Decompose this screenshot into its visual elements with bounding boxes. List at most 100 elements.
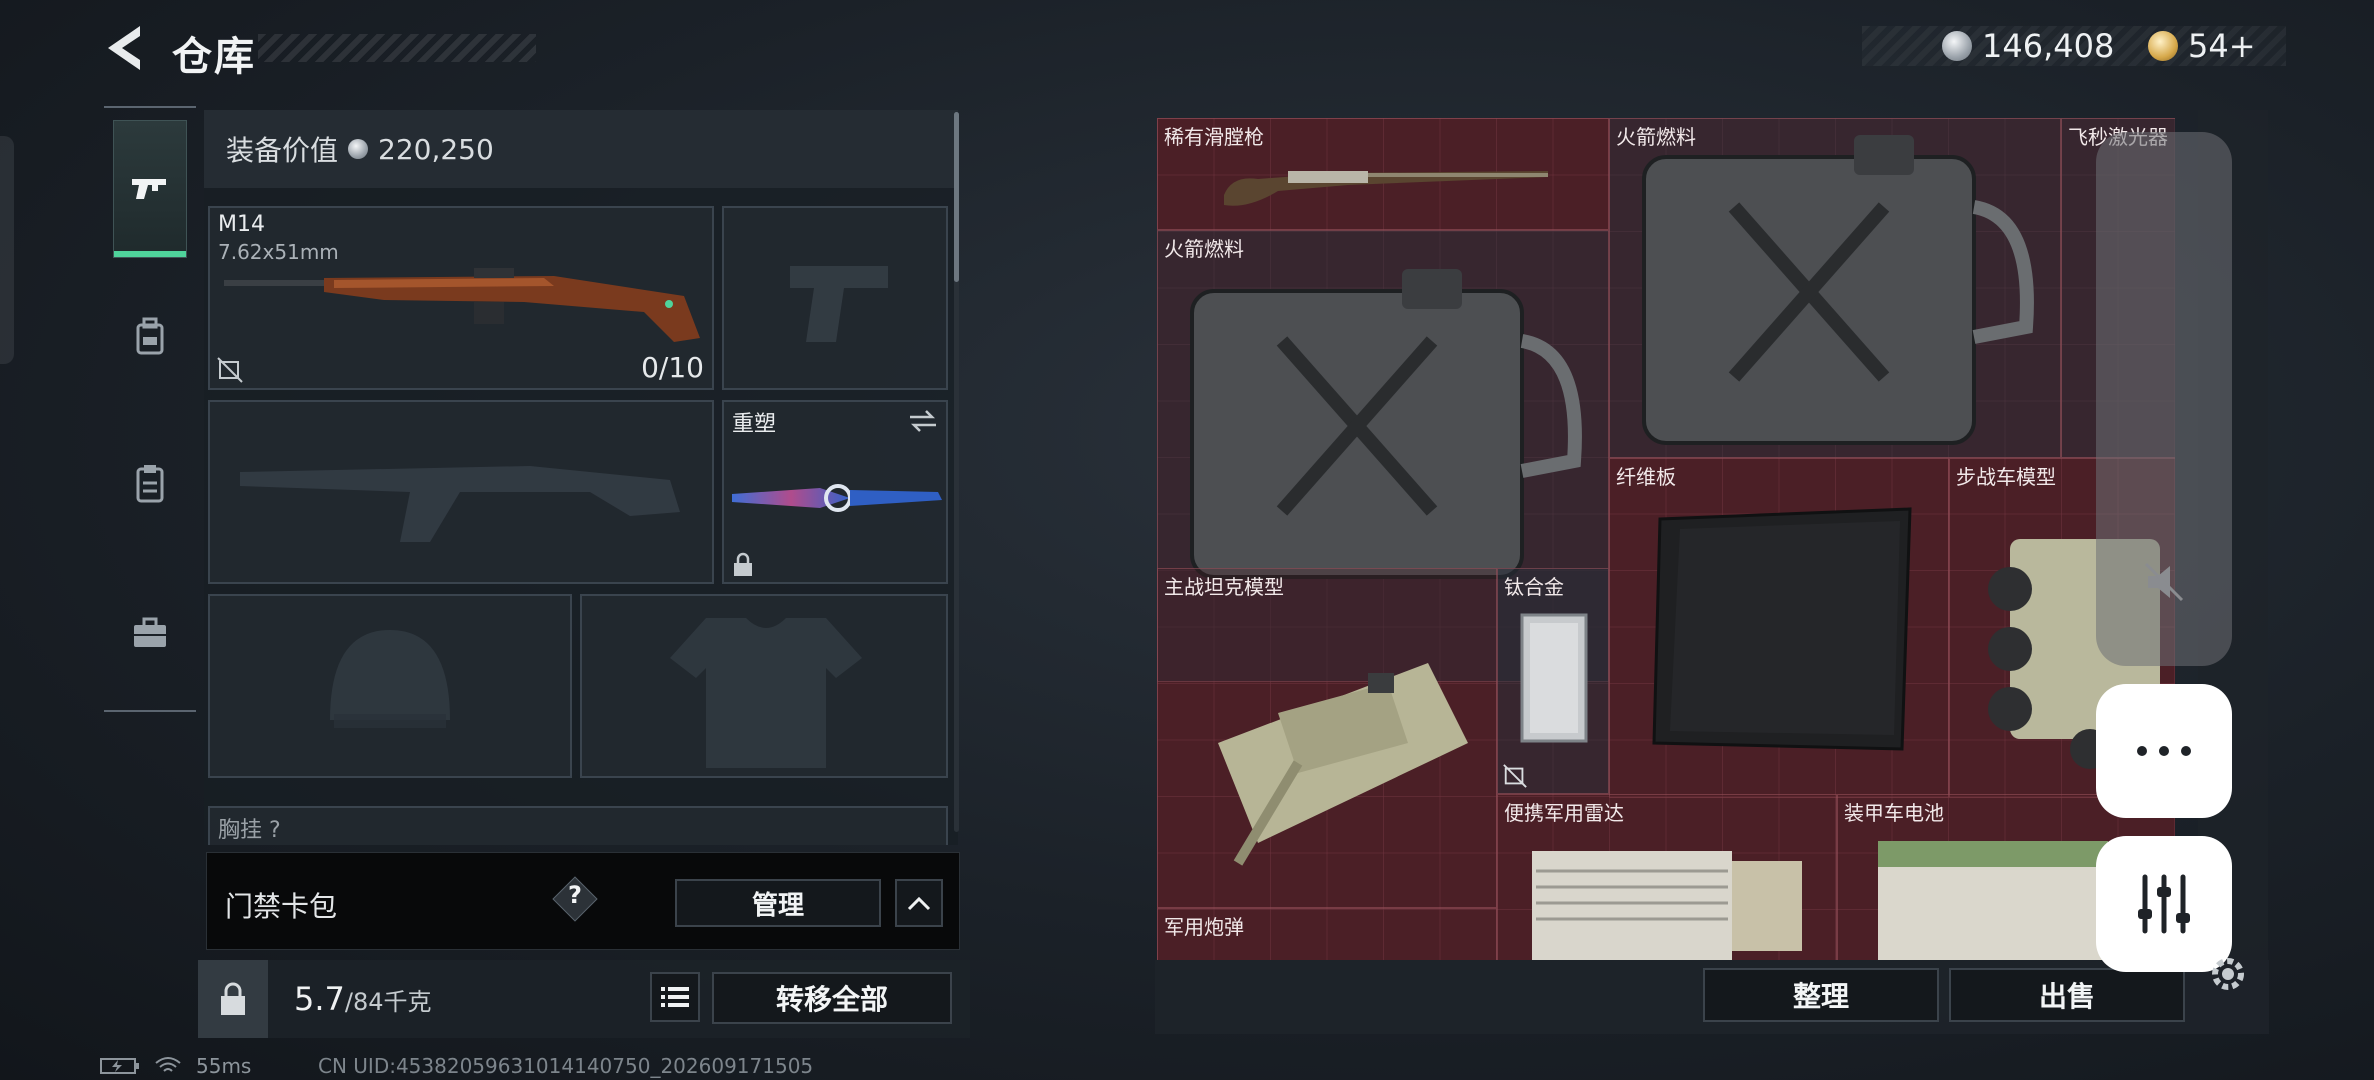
gold-currency[interactable]: 54+ — [2148, 26, 2256, 66]
floating-volume-panel[interactable] — [2096, 132, 2232, 666]
helmet-slot[interactable] — [208, 594, 572, 778]
stash-item-fiber-board[interactable]: 纤维板 — [1609, 458, 1949, 798]
equipment-scrollbar[interactable] — [954, 112, 959, 282]
item-label: 钛合金 — [1504, 575, 1564, 599]
nav-item-clipboard[interactable] — [113, 414, 187, 552]
backpack-icon — [136, 317, 164, 355]
sell-button[interactable]: 出售 — [1949, 968, 2185, 1022]
armor-placeholder-icon — [670, 618, 862, 768]
transfer-all-button[interactable]: 转移全部 — [712, 972, 952, 1024]
stash-item-rocket-fuel[interactable]: 火箭燃料 — [1609, 118, 2061, 458]
gold-coin-icon — [2148, 31, 2178, 61]
item-label: 主战坦克模型 — [1164, 575, 1284, 599]
dot — [2137, 746, 2147, 756]
equipment-value: 220,250 — [378, 132, 494, 166]
silver-coin-icon — [1942, 31, 1972, 61]
no-attachment-icon — [1503, 764, 1527, 788]
equipment-value-label: 装备价值 — [226, 134, 339, 167]
item-label: 装甲车电池 — [1844, 801, 1944, 825]
clipboard-icon — [136, 465, 164, 503]
page-title: 仓库 — [172, 34, 256, 80]
weight-current: 5.7 — [294, 980, 345, 1018]
sort-button[interactable]: 整理 — [1703, 968, 1939, 1022]
gold-amount: 54+ — [2188, 27, 2256, 65]
collapse-button[interactable] — [895, 879, 943, 927]
pistol-icon — [132, 179, 166, 199]
pistol-placeholder-icon — [790, 266, 888, 342]
primary-weapon-slot[interactable]: M14 7.62x51mm 0/10 — [208, 206, 714, 390]
manage-button[interactable]: 管理 — [675, 879, 881, 927]
more-options-button[interactable] — [2096, 684, 2232, 818]
battery-image — [1878, 841, 2108, 960]
weight-capacity: /84千克 — [344, 988, 432, 1016]
back-arrow-icon — [108, 26, 140, 70]
back-button[interactable] — [100, 22, 148, 74]
melee-slot[interactable]: 重塑 — [722, 400, 948, 584]
equipment-value-row: 装备价值 220,250 — [204, 110, 958, 188]
weight-lock-icon — [221, 982, 245, 1015]
weight-lock-button[interactable] — [198, 960, 268, 1038]
item-label: 纤维板 — [1616, 465, 1676, 489]
settings-gear-icon[interactable] — [2206, 952, 2250, 996]
nav-item-case[interactable] — [113, 564, 187, 702]
musket-image — [1224, 171, 1548, 206]
knife-image — [732, 484, 942, 512]
item-label: 火箭燃料 — [1164, 237, 1244, 261]
status-line: 55ms — [100, 1054, 251, 1078]
jerrycan-image — [1190, 269, 1582, 579]
item-label: 便携军用雷达 — [1504, 801, 1624, 825]
edge-handle[interactable] — [0, 136, 14, 364]
stash-item-tank-model[interactable]: 主战坦克模型 — [1157, 568, 1497, 908]
lock-icon — [734, 552, 752, 576]
wifi-icon — [155, 1057, 181, 1072]
stash-footer: 整理 出售 — [1155, 960, 2269, 1034]
rifle-image — [224, 268, 700, 342]
help-icon[interactable]: ? — [559, 881, 591, 917]
stash-item-portable-radar[interactable]: 便携军用雷达 — [1497, 794, 1837, 960]
secondary-weapon-slot[interactable] — [208, 400, 714, 584]
jerrycan-image — [1642, 135, 2034, 445]
chevron-up-icon — [907, 896, 931, 911]
dot — [2181, 746, 2191, 756]
stash-grid: 稀有滑膛枪 火箭燃料 飞秒激光器 火箭燃料 纤维板 — [1157, 118, 2175, 960]
chest-rig-label: 胸挂 ? — [218, 818, 281, 843]
list-view-button[interactable] — [650, 972, 700, 1022]
mute-icon[interactable] — [2140, 558, 2188, 606]
equalizer-icon — [2138, 874, 2190, 934]
weapon-name: M14 — [218, 212, 265, 237]
category-nav — [104, 106, 196, 712]
dot — [2159, 746, 2169, 756]
stash-item-musket[interactable]: 稀有滑膛枪 — [1157, 118, 1609, 230]
helmet-placeholder-icon — [330, 630, 450, 728]
armor-slot[interactable] — [580, 594, 948, 778]
chest-rig-slot[interactable]: 胸挂 ? — [208, 806, 948, 845]
briefcase-icon — [134, 617, 166, 647]
nav-item-weapons[interactable] — [113, 120, 187, 258]
ping-value: 55ms — [196, 1054, 252, 1078]
weight-readout: 5.7/84千克 — [294, 980, 432, 1018]
weight-bar: 5.7/84千克 转移全部 — [198, 960, 970, 1038]
stash-item-military-shell[interactable]: 军用炮弹 — [1157, 908, 1497, 960]
melee-name: 重塑 — [732, 412, 777, 437]
title-decoration — [258, 34, 536, 62]
radar-image — [1532, 851, 1802, 960]
no-attachment-icon — [217, 357, 243, 383]
battery-charging-icon — [100, 1058, 139, 1074]
ammo-count: 0/10 — [641, 351, 704, 384]
fiber-board-image — [1652, 507, 1912, 751]
silver-amount: 146,408 — [1982, 27, 2115, 65]
equipment-panel: 装备价值 220,250 M14 7.62x51mm 0/10 重塑 胸挂 ? — [204, 110, 958, 845]
silver-currency: 146,408 — [1942, 26, 2114, 66]
user-uid: CN UID:45382059631014140750_202609171505 — [318, 1054, 814, 1078]
list-icon — [661, 987, 689, 1007]
access-card-label: 门禁卡包 — [225, 890, 338, 923]
stash-item-titanium[interactable]: 钛合金 — [1497, 568, 1609, 794]
tank-image — [1218, 663, 1468, 866]
titanium-image — [1520, 613, 1588, 743]
item-label: 军用炮弹 — [1164, 915, 1244, 939]
pistol-slot[interactable] — [722, 206, 948, 390]
swap-icon[interactable] — [908, 408, 938, 434]
rifle-placeholder-icon — [240, 466, 680, 542]
nav-item-armor[interactable] — [113, 268, 187, 406]
access-card-bar: 门禁卡包 ? 管理 — [206, 852, 960, 950]
